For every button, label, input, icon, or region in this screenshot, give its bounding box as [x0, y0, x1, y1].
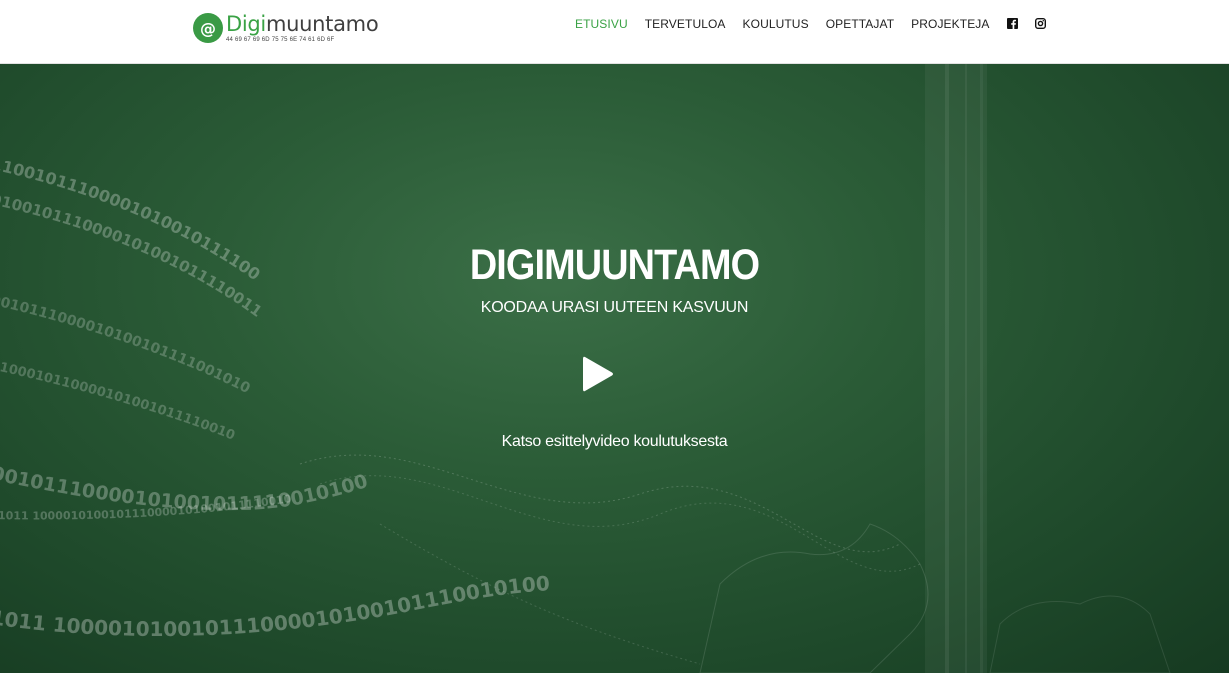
- instagram-icon[interactable]: [1034, 17, 1046, 29]
- nav-item-opettajat[interactable]: OPETTAJAT: [826, 17, 894, 31]
- logo-text: Digimuuntamo 44 69 67 69 6D 75 75 6E 74 …: [226, 12, 379, 43]
- hero-subtitle: KOODAA URASI UUTEEN KASVUUN: [480, 299, 749, 316]
- at-sign-icon: @: [193, 13, 223, 43]
- nav-item-koulutus[interactable]: KOULUTUS: [743, 17, 809, 31]
- site-header: @ Digimuuntamo 44 69 67 69 6D 75 75 6E 7…: [0, 0, 1229, 64]
- logo-title-muuntamo: muuntamo: [265, 12, 379, 36]
- nav-item-tervetuloa[interactable]: TERVETULOA: [645, 17, 726, 31]
- nav-item-etusivu[interactable]: ETUSIVU: [575, 17, 628, 31]
- hero-title: DIGIMUUNTAMO: [469, 240, 760, 289]
- binary-row-6: 1011 10000101001011100001010010111001010…: [0, 571, 551, 641]
- main-nav: ETUSIVU TERVETULOA KOULUTUS OPETTAJAT PR…: [575, 17, 1063, 31]
- video-link[interactable]: Katso esittelyvideo koulutuksesta: [0, 433, 1229, 451]
- logo-title: Digimuuntamo: [226, 12, 379, 36]
- nav-item-projekteja[interactable]: PROJEKTEJA: [911, 17, 989, 31]
- hero-section: 11001011100001010010111100 0100101110000…: [0, 64, 1229, 673]
- logo-title-digi: Digi: [226, 12, 266, 36]
- logo-hex-code: 44 69 67 69 6D 75 75 6E 74 61 6D 6F: [226, 37, 335, 43]
- site-logo[interactable]: @ Digimuuntamo 44 69 67 69 6D 75 75 6E 7…: [193, 12, 379, 43]
- play-icon[interactable]: [580, 354, 616, 394]
- facebook-icon[interactable]: [1006, 17, 1018, 29]
